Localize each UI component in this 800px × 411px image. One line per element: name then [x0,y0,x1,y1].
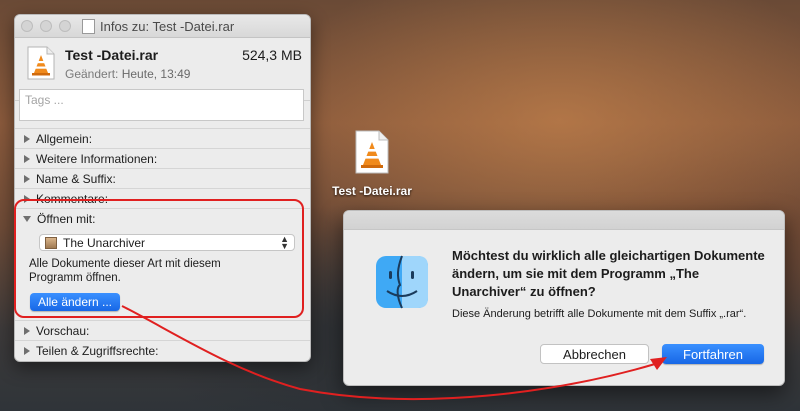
confirm-change-dialog: Möchtest du wirklich alle gleichartigen … [343,210,785,386]
continue-button[interactable]: Fortfahren [662,344,764,364]
file-name: Test -Datei.rar [65,47,159,63]
disclosure-triangle-icon [24,347,30,355]
window-title: Infos zu: Test -Datei.rar [100,18,235,34]
minimize-window-button[interactable] [40,20,52,32]
section-more-info[interactable]: Weitere Informationen: [15,148,310,169]
annotation-highlight-box [14,199,304,318]
dialog-heading: Möchtest du wirklich alle gleichartigen … [452,248,765,299]
tags-input[interactable]: Tags ... [19,89,304,121]
section-label: Vorschau: [36,324,90,338]
vlc-cone-document-icon [355,130,389,174]
section-label: Name & Suffix: [36,172,116,186]
section-sharing-permissions[interactable]: Teilen & Zugriffsrechte: [15,340,310,361]
section-name-extension[interactable]: Name & Suffix: [15,168,310,189]
zoom-window-button[interactable] [59,20,71,32]
document-icon [82,18,95,34]
window-titlebar[interactable]: Infos zu: Test -Datei.rar [15,15,310,38]
section-label: Allgemein: [36,132,93,146]
finder-icon [376,255,428,309]
desktop-file-item[interactable]: Test -Datei.rar [322,130,422,198]
disclosure-triangle-icon [24,155,30,163]
disclosure-triangle-icon [24,327,30,335]
section-general[interactable]: Allgemein: [15,128,310,149]
modified-label: Geändert: [65,67,119,81]
dialog-message: Diese Änderung betrifft alle Dokumente m… [452,308,747,320]
modified-date: Geändert: Heute, 13:49 [65,67,190,81]
modified-value: Heute, 13:49 [121,67,191,81]
section-label: Teilen & Zugriffsrechte: [36,344,159,358]
desktop-file-label: Test -Datei.rar [332,184,412,198]
vlc-cone-document-icon [27,46,55,80]
disclosure-triangle-icon [24,175,30,183]
disclosure-triangle-icon [24,135,30,143]
section-label: Weitere Informationen: [36,152,158,166]
file-size: 524,3 MB [242,47,302,63]
cancel-button[interactable]: Abbrechen [540,344,649,364]
section-preview[interactable]: Vorschau: [15,320,310,341]
dialog-titlebar [344,211,784,230]
close-window-button[interactable] [21,20,33,32]
